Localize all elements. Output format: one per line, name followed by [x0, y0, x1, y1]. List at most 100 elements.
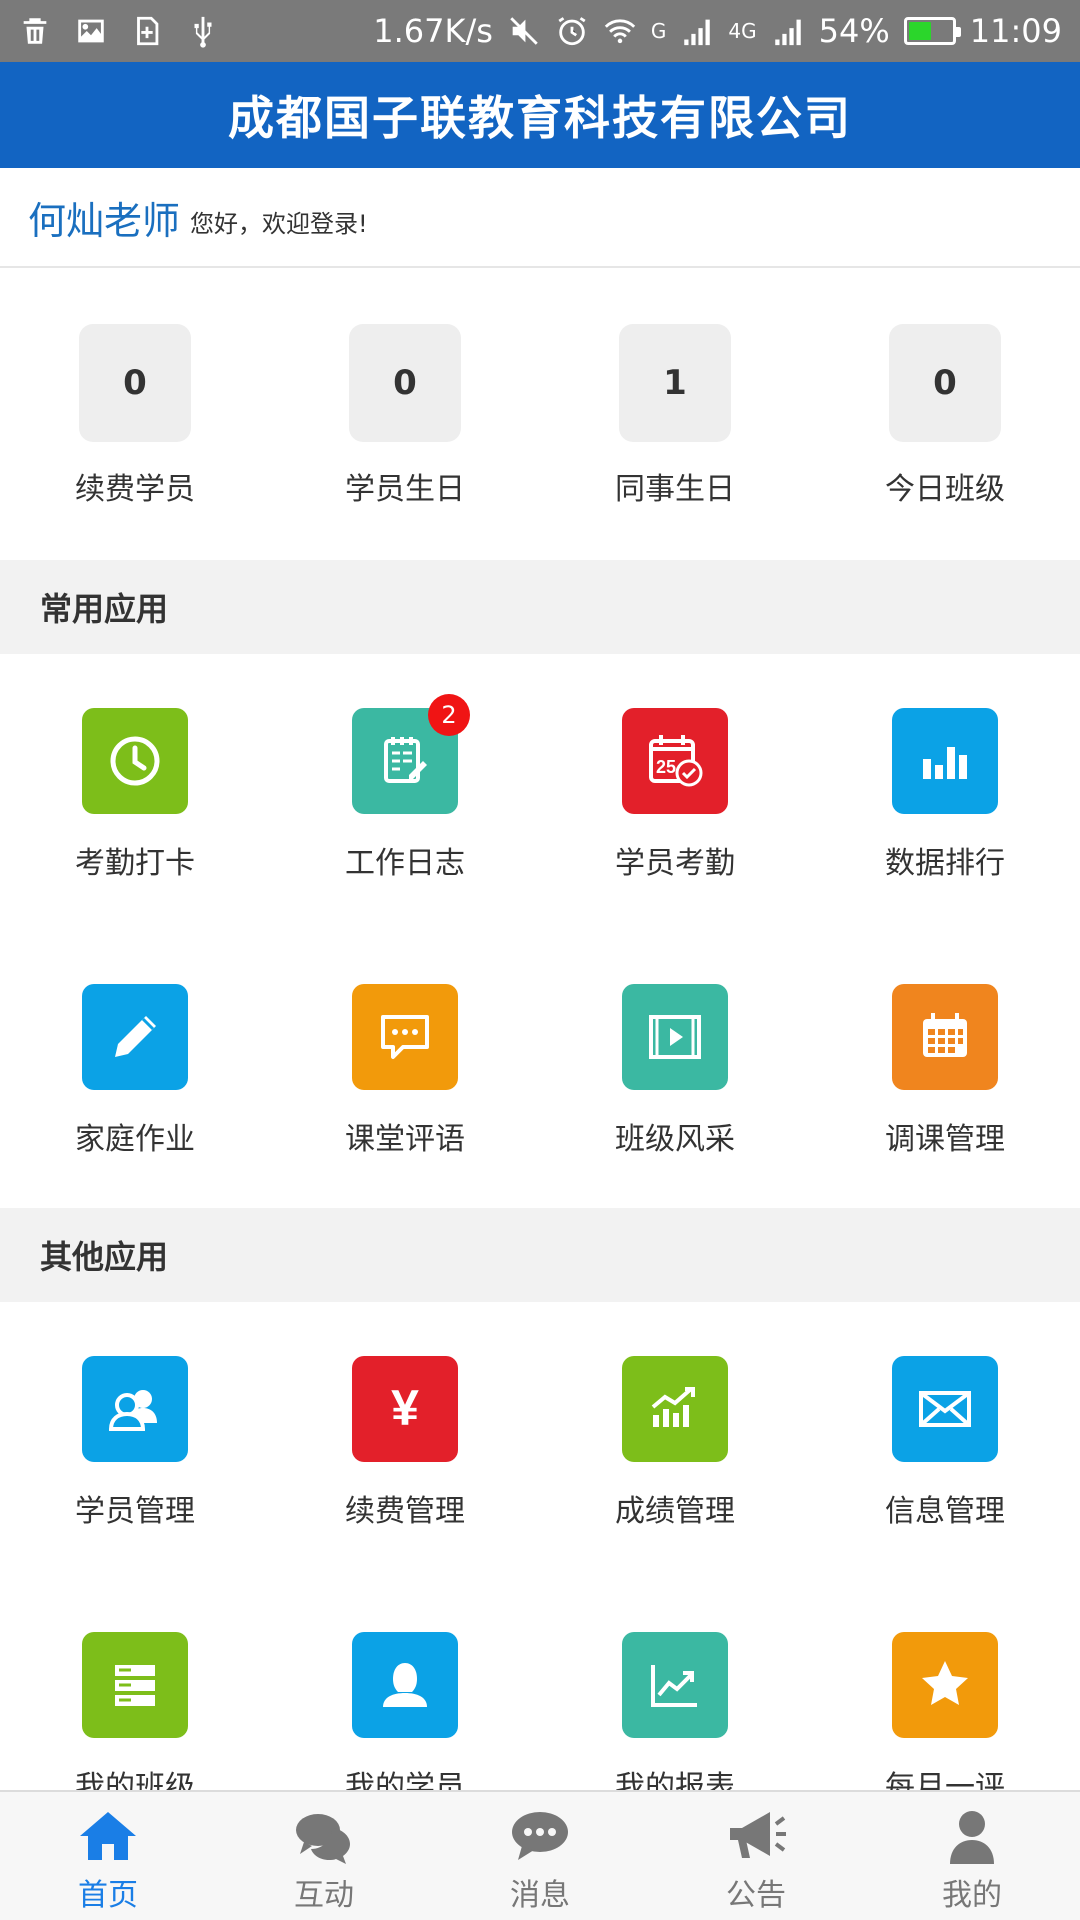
- app-label: 考勤打卡: [75, 846, 195, 881]
- app-label: 工作日志: [345, 846, 465, 881]
- app-label: 数据排行: [885, 846, 1005, 881]
- nav-label: 公告: [726, 1878, 786, 1913]
- stat-value: 1: [619, 324, 731, 442]
- app-class-showcase[interactable]: 班级风采: [540, 930, 810, 1206]
- stat-label: 学员生日: [345, 472, 465, 507]
- stat-value: 0: [349, 324, 461, 442]
- app-icon-bg: [892, 1356, 998, 1462]
- app-label: 续费管理: [345, 1494, 465, 1529]
- wifi-icon: [603, 14, 637, 48]
- yen-glyph: ¥: [391, 1380, 419, 1436]
- app-icon-bg: [82, 1632, 188, 1738]
- app-grade-management[interactable]: 成绩管理: [540, 1302, 810, 1578]
- app-icon-bg: 2: [352, 694, 470, 814]
- app-my-reports[interactable]: 我的报表: [540, 1578, 810, 1790]
- signal-icon: [771, 14, 805, 48]
- megaphone-icon: [730, 1812, 786, 1858]
- nav-label: 首页: [78, 1878, 138, 1913]
- mute-icon: [507, 14, 541, 48]
- home-icon: [80, 1812, 136, 1860]
- app-class-comments[interactable]: 课堂评语: [270, 930, 540, 1206]
- nav-messages[interactable]: 消息: [432, 1792, 648, 1920]
- app-my-classes[interactable]: 我的班级: [0, 1578, 270, 1790]
- notepad-icon: [384, 737, 427, 783]
- section-other-apps: 其他应用: [0, 1208, 1080, 1302]
- stat-value: 0: [889, 324, 1001, 442]
- message-icon: [512, 1812, 568, 1860]
- server-stack-icon: [115, 1665, 155, 1706]
- trash-icon: [18, 14, 52, 48]
- app-icon-bg: [352, 1632, 458, 1738]
- greeting-text: 您好，欢迎登录!: [190, 209, 368, 238]
- chat-bubble-icon: [381, 1015, 429, 1059]
- section-common-apps: 常用应用: [0, 560, 1080, 654]
- person-icon: [383, 1663, 427, 1707]
- star-icon: [922, 1661, 968, 1705]
- app-attendance-clock[interactable]: 考勤打卡: [0, 654, 270, 930]
- teacher-name: 何灿老师: [28, 198, 181, 243]
- profile-icon: [950, 1811, 994, 1864]
- notification-badge: 2: [428, 694, 470, 736]
- app-icon-bg: [82, 984, 188, 1090]
- app-schedule-change[interactable]: 调课管理: [810, 930, 1080, 1206]
- yen-icon: ¥: [391, 1380, 419, 1436]
- stat-renewal-students[interactable]: 0 续费学员: [0, 270, 270, 560]
- line-chart-icon: [651, 1665, 697, 1707]
- app-label: 学员管理: [75, 1494, 195, 1529]
- app-icon-bg: [892, 708, 998, 814]
- app-work-log[interactable]: 2 工作日志: [270, 654, 540, 930]
- stat-student-birthdays[interactable]: 0 学员生日: [270, 270, 540, 560]
- nav-label: 消息: [510, 1878, 570, 1913]
- status-bar: 1.67K/s G 4G 54% 11:09: [0, 0, 1080, 62]
- app-label: 每月一评: [885, 1770, 1005, 1790]
- bottom-nav: 首页 互动 消息 公告 我的: [0, 1790, 1080, 1920]
- clock-icon: [110, 736, 160, 786]
- nav-home[interactable]: 首页: [0, 1792, 216, 1920]
- app-icon-bg: ¥: [352, 1356, 458, 1462]
- app-student-attendance[interactable]: 25 学员考勤: [540, 654, 810, 930]
- welcome-bar: 何灿老师 您好，欢迎登录!: [0, 168, 1080, 268]
- app-icon-bg: [352, 984, 458, 1090]
- users-icon: [108, 1390, 157, 1431]
- stat-label: 今日班级: [885, 472, 1005, 507]
- app-homework[interactable]: 家庭作业: [0, 930, 270, 1206]
- app-renewal-management[interactable]: ¥ 续费管理: [270, 1302, 540, 1578]
- app-icon-bg: [622, 1356, 728, 1462]
- app-label: 调课管理: [885, 1122, 1005, 1157]
- stat-colleague-birthdays[interactable]: 1 同事生日: [540, 270, 810, 560]
- app-label: 班级风采: [615, 1122, 735, 1157]
- other-apps-grid: 学员管理 ¥ 续费管理 成绩管理 信息管理 我的班级 我的学员 我的报表 每月一…: [0, 1302, 1080, 1790]
- envelope-icon: [919, 1391, 971, 1427]
- app-icon-bg: [82, 1356, 188, 1462]
- nav-profile[interactable]: 我的: [864, 1792, 1080, 1920]
- clock-time: 11:09: [969, 12, 1062, 50]
- calendar-grid-icon: [923, 1013, 967, 1057]
- app-label: 我的班级: [75, 1770, 195, 1790]
- company-title: 成都国子联教育科技有限公司: [228, 91, 852, 145]
- app-my-students[interactable]: 我的学员: [270, 1578, 540, 1790]
- nav-interact[interactable]: 互动: [216, 1792, 432, 1920]
- bar-chart-icon: [923, 747, 967, 779]
- stats-row: 0 续费学员 0 学员生日 1 同事生日 0 今日班级: [0, 270, 1080, 560]
- app-student-management[interactable]: 学员管理: [0, 1302, 270, 1578]
- usb-icon: [186, 14, 220, 48]
- app-label: 家庭作业: [75, 1122, 195, 1157]
- app-info-management[interactable]: 信息管理: [810, 1302, 1080, 1578]
- nav-announcements[interactable]: 公告: [648, 1792, 864, 1920]
- battery-fill: [908, 22, 932, 40]
- stat-today-classes[interactable]: 0 今日班级: [810, 270, 1080, 560]
- stat-value: 0: [79, 324, 191, 442]
- app-icon-bg: [82, 708, 188, 814]
- app-icon-bg: [892, 1632, 998, 1738]
- battery-icon: [903, 17, 961, 45]
- trend-chart-icon: [651, 1387, 695, 1427]
- app-label: 信息管理: [885, 1494, 1005, 1529]
- nav-label: 我的: [942, 1878, 1002, 1913]
- app-data-ranking[interactable]: 数据排行: [810, 654, 1080, 930]
- video-icon: [649, 1015, 701, 1059]
- app-monthly-review[interactable]: 每月一评: [810, 1578, 1080, 1790]
- stat-label: 同事生日: [615, 472, 735, 507]
- app-label: 成绩管理: [615, 1494, 735, 1529]
- app-icon-bg: [622, 984, 728, 1090]
- common-apps-grid: 考勤打卡 2 工作日志 25 学员考勤 数据排行 家庭作业 课堂评语 班级风采 …: [0, 654, 1080, 1206]
